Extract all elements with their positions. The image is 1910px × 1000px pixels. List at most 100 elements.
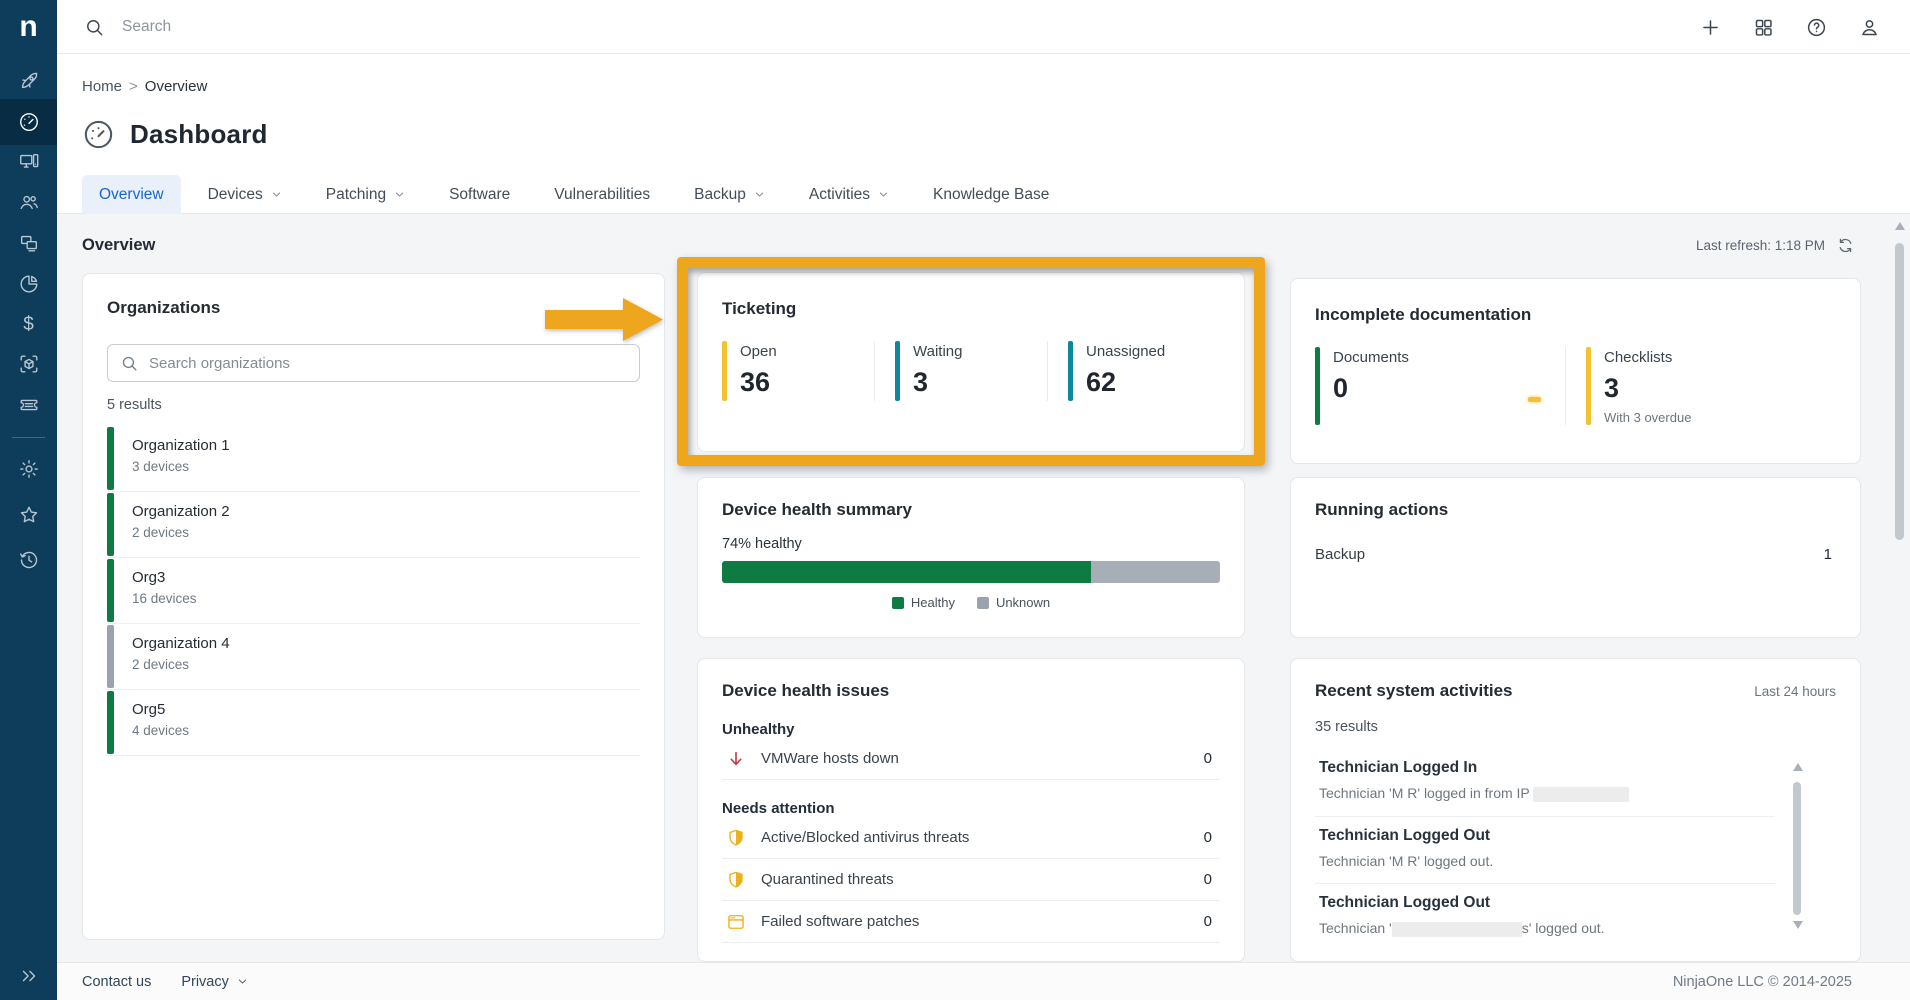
sidebar-expand-button[interactable] [0, 955, 57, 996]
health-legend: Healthy Unknown [722, 595, 1220, 610]
issue-row-failed-patches[interactable]: Failed software patches 0 [722, 901, 1220, 943]
activities-range: Last 24 hours [1754, 684, 1836, 699]
chevron-down-icon [271, 189, 282, 200]
question-circle-icon [1806, 17, 1827, 38]
health-bar [107, 691, 114, 754]
documentation-stat-documents[interactable]: Documents0 [1315, 347, 1565, 425]
footer: Contact us Privacy NinjaOne LLC © 2014-2… [57, 962, 1910, 1000]
organization-row[interactable]: Org54 devices [107, 690, 640, 756]
activities-result-count: 35 results [1315, 719, 1836, 735]
issues-section-unhealthy: Unhealthy [722, 721, 1220, 738]
device-health-issues-panel: Device health issues Unhealthy VMWare ho… [697, 658, 1245, 962]
organization-row[interactable]: Organization 42 devices [107, 624, 640, 690]
issue-row-vmware[interactable]: VMWare hosts down 0 [722, 738, 1220, 780]
yellow-dash-mark [1528, 397, 1541, 402]
activity-row[interactable]: Technician Logged Out Technician 's' log… [1315, 884, 1775, 951]
annotation-arrow-icon [545, 296, 665, 344]
running-action-row[interactable]: Backup 1 [1315, 546, 1836, 563]
activities-scrollbar[interactable] [1793, 763, 1803, 771]
contact-us-link[interactable]: Contact us [82, 974, 151, 990]
ticket-icon [18, 394, 40, 416]
grid-icon [1753, 17, 1774, 38]
tab-software[interactable]: Software [432, 175, 527, 214]
sidebar-item-billing[interactable]: $ [0, 304, 57, 345]
health-bar [107, 625, 114, 688]
tab-devices[interactable]: Devices [191, 175, 299, 214]
activity-row[interactable]: Technician Logged Out Technician 'M R' l… [1315, 817, 1775, 884]
organization-row[interactable]: Organization 13 devices [107, 426, 640, 492]
sidebar-item-dashboard[interactable] [0, 99, 57, 145]
sidebar-item-reports[interactable] [0, 263, 57, 304]
sidebar-item-settings[interactable] [0, 448, 57, 489]
organization-row[interactable]: Org316 devices [107, 558, 640, 624]
global-search-input[interactable] [122, 18, 722, 36]
organizations-search-input[interactable] [149, 355, 626, 372]
organizations-result-count: 5 results [107, 397, 640, 413]
unknown-segment [1091, 561, 1220, 583]
tab-patching[interactable]: Patching [309, 175, 422, 214]
breadcrumb-home[interactable]: Home [82, 78, 122, 95]
chevron-down-icon [878, 189, 889, 200]
privacy-link[interactable]: Privacy [181, 974, 248, 990]
activity-row[interactable]: Technician Logged In Technician 'M R' lo… [1315, 749, 1775, 817]
healthy-percent-label: 74% healthy [722, 536, 1220, 552]
tab-vulnerabilities[interactable]: Vulnerabilities [537, 175, 667, 214]
refresh-icon[interactable] [1837, 237, 1854, 254]
sidebar-item-asset-inventory[interactable] [0, 343, 57, 384]
recent-activities-panel: Recent system activities Last 24 hours 3… [1290, 658, 1861, 962]
issue-row-antivirus[interactable]: Active/Blocked antivirus threats 0 [722, 817, 1220, 859]
breadcrumb-separator: > [129, 78, 138, 95]
legend-unknown: Unknown [977, 595, 1050, 610]
documentation-stat-checklists[interactable]: Checklists3With 3 overdue [1565, 347, 1836, 425]
sidebar-item-devices[interactable] [0, 141, 57, 182]
page-scrollbar[interactable] [1895, 222, 1905, 230]
sidebar-item-remote-screens[interactable] [0, 222, 57, 263]
search-icon [85, 18, 104, 37]
apps-grid-button[interactable] [1750, 14, 1776, 40]
health-bar [107, 559, 114, 622]
profile-button[interactable] [1856, 14, 1882, 40]
ninjaone-logo[interactable]: n [0, 8, 57, 48]
chevron-down-icon [237, 976, 248, 987]
pie-chart-icon [18, 273, 40, 295]
healthy-segment [722, 561, 1091, 583]
plus-icon [1700, 17, 1721, 38]
scrollbar-thumb[interactable] [1895, 243, 1904, 540]
activities-title: Recent system activities [1315, 681, 1513, 701]
breadcrumb-current: Overview [145, 78, 208, 95]
last-refresh: Last refresh: 1:18 PM [1696, 237, 1854, 254]
dashboard-gauge-icon [18, 111, 40, 133]
sidebar-item-end-users[interactable] [0, 181, 57, 222]
help-button[interactable] [1803, 14, 1829, 40]
chevron-down-icon [754, 189, 765, 200]
scroll-up-arrow[interactable] [1793, 763, 1803, 771]
health-bar [107, 427, 114, 490]
tab-backup[interactable]: Backup [677, 175, 782, 214]
copyright-text: NinjaOne LLC © 2014-2025 [1673, 974, 1852, 990]
tab-overview[interactable]: Overview [82, 175, 181, 214]
dashboard-icon [82, 118, 115, 151]
health-bar [107, 493, 114, 556]
documentation-title: Incomplete documentation [1315, 305, 1836, 325]
tab-knowledge-base[interactable]: Knowledge Base [916, 175, 1066, 214]
running-actions-panel: Running actions Backup 1 [1290, 477, 1861, 638]
organization-row[interactable]: Organization 22 devices [107, 492, 640, 558]
health-progress-bar[interactable] [722, 561, 1220, 583]
page-title: Dashboard [130, 119, 268, 150]
scrollbar-thumb[interactable] [1793, 782, 1801, 915]
sidebar-item-ticketing[interactable] [0, 384, 57, 425]
sidebar-item-history[interactable] [0, 539, 57, 580]
issue-row-quarantined[interactable]: Quarantined threats 0 [722, 859, 1220, 901]
health-issues-title: Device health issues [722, 681, 1220, 701]
scroll-down-arrow[interactable] [1793, 921, 1803, 929]
sidebar-item-getting-started[interactable] [0, 60, 57, 101]
cube-scan-icon [18, 353, 40, 375]
add-button[interactable] [1697, 14, 1723, 40]
sidebar-item-favorites[interactable] [0, 494, 57, 535]
breadcrumb: Home > Overview [82, 78, 207, 95]
tab-activities[interactable]: Activities [792, 175, 906, 214]
sidebar-divider [12, 437, 45, 438]
shield-icon [726, 870, 746, 890]
redacted-text [1533, 787, 1629, 802]
scroll-up-arrow[interactable] [1895, 222, 1905, 230]
